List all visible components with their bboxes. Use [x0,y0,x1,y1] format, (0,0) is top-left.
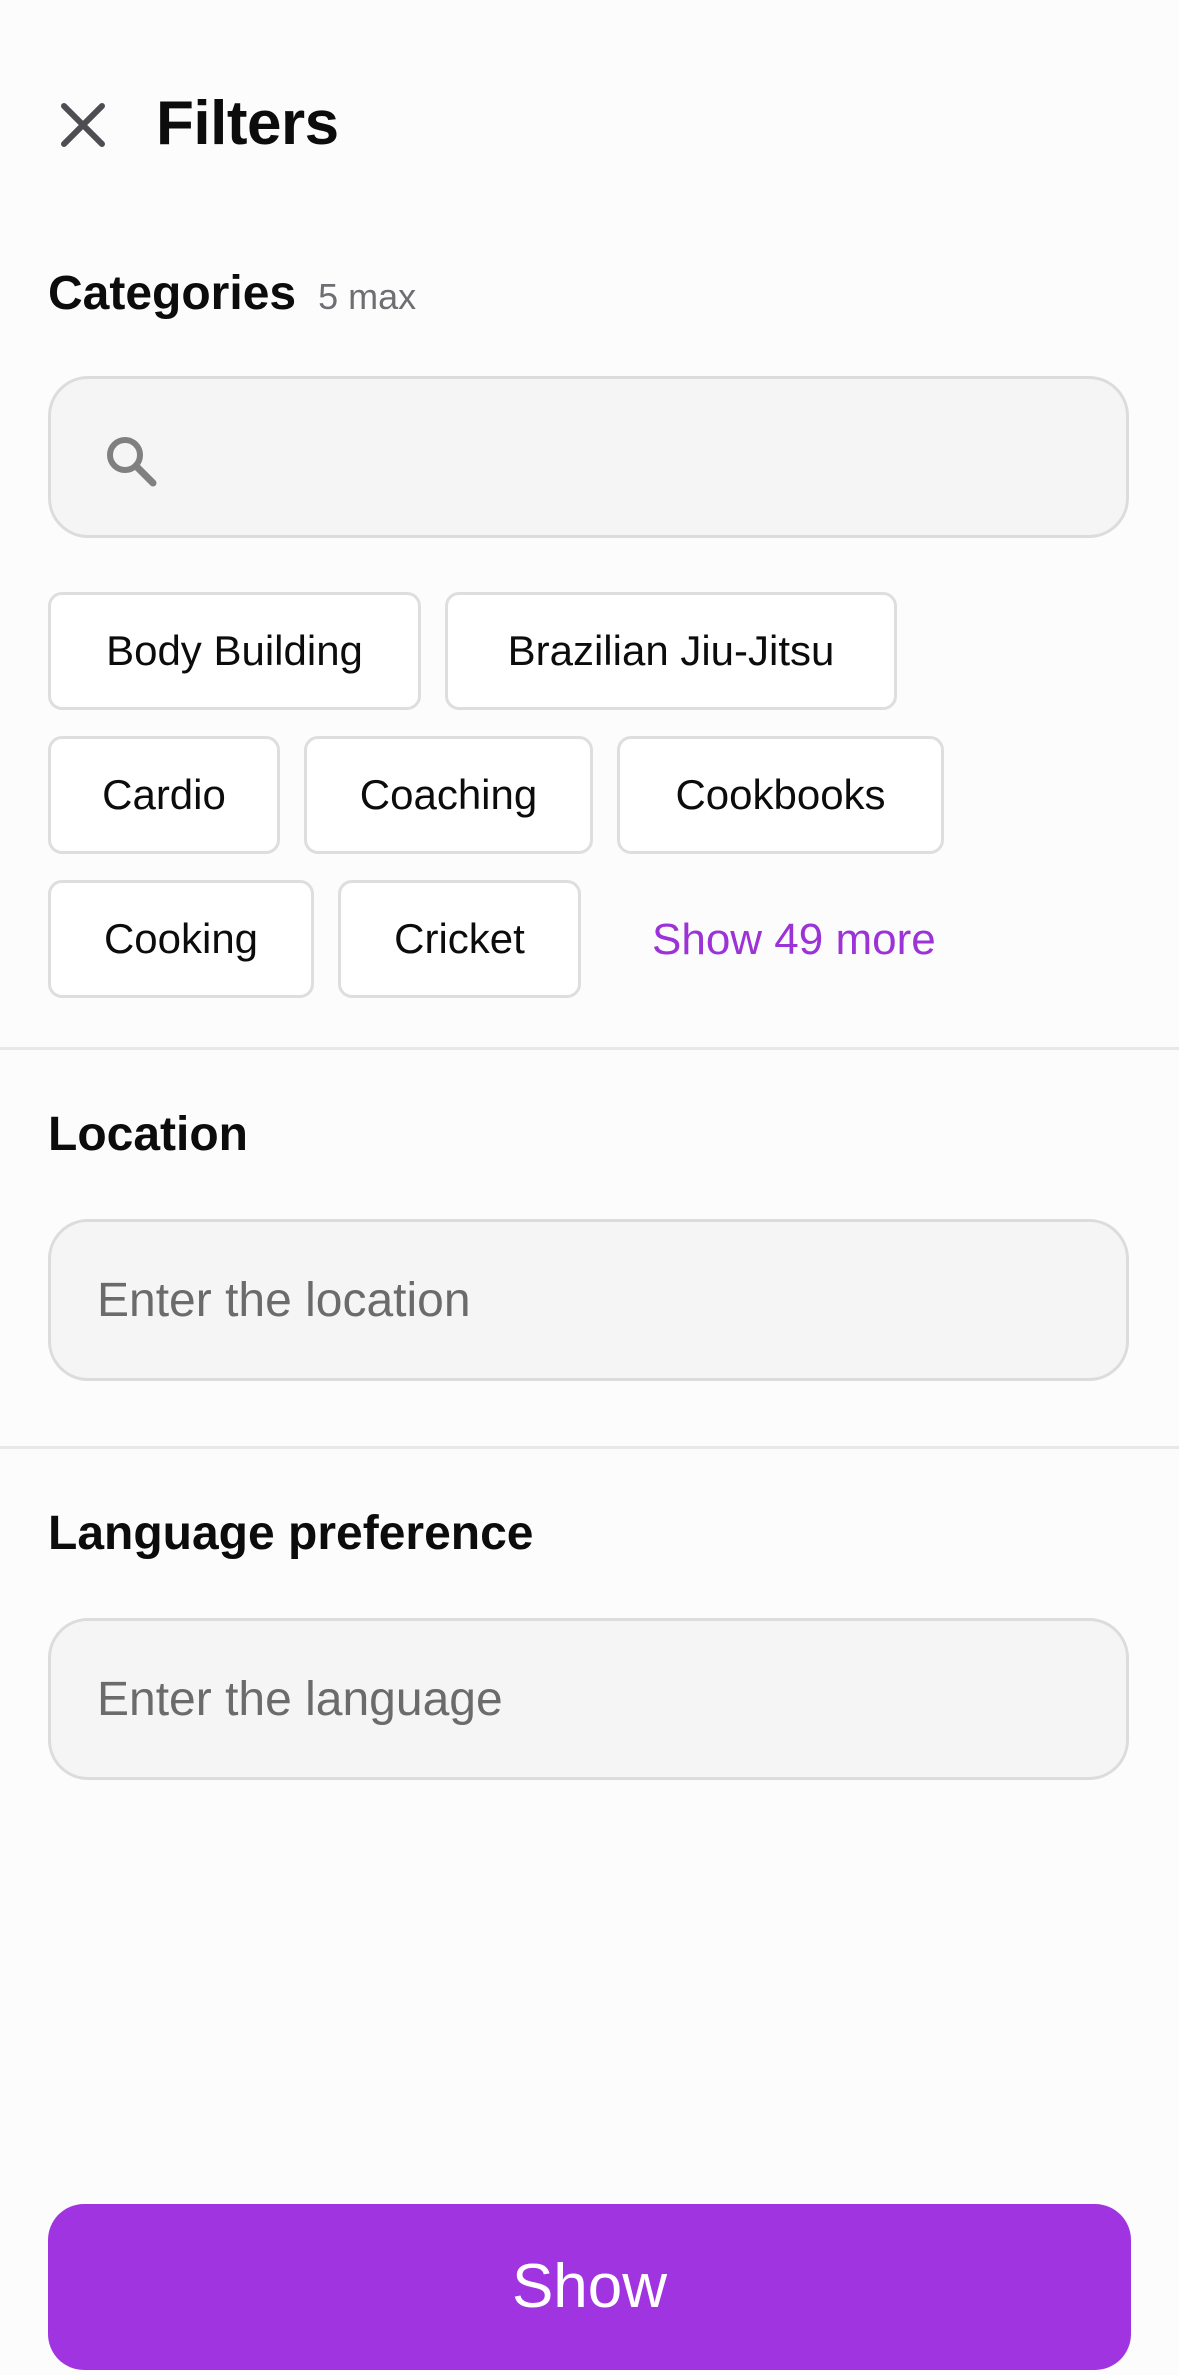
language-field-box [48,1618,1129,1780]
search-icon [107,437,157,487]
close-button[interactable] [48,90,118,160]
filters-header: Filters [0,0,1179,250]
category-chip-brazilian-jiu-jitsu[interactable]: Brazilian Jiu-Jitsu [445,592,897,710]
category-chip-body-building[interactable]: Body Building [48,592,421,710]
location-field-box [48,1219,1129,1381]
page-title: Filters [156,89,339,158]
category-chip-cooking[interactable]: Cooking [48,880,314,998]
category-chip-cookbooks[interactable]: Cookbooks [617,736,944,854]
categories-title-row: Categories 5 max [48,264,416,327]
category-search-box [48,376,1129,538]
categories-title: Categories [48,267,297,320]
language-input[interactable] [51,1621,1126,1777]
category-chip-cricket[interactable]: Cricket [338,880,581,998]
show-more-categories-link[interactable]: Show 49 more [652,910,936,970]
location-input[interactable] [51,1222,1126,1378]
language-title: Language preference [48,1507,534,1560]
category-search-input[interactable] [51,379,1126,535]
category-chip-coaching[interactable]: Coaching [304,736,593,854]
categories-max-hint: 5 max [318,276,417,317]
section-divider [0,1047,1179,1050]
show-results-button[interactable]: Show [48,2204,1131,2370]
category-chip-cardio[interactable]: Cardio [48,736,280,854]
close-icon [61,103,105,147]
location-title: Location [48,1108,248,1161]
section-divider [0,1446,1179,1449]
